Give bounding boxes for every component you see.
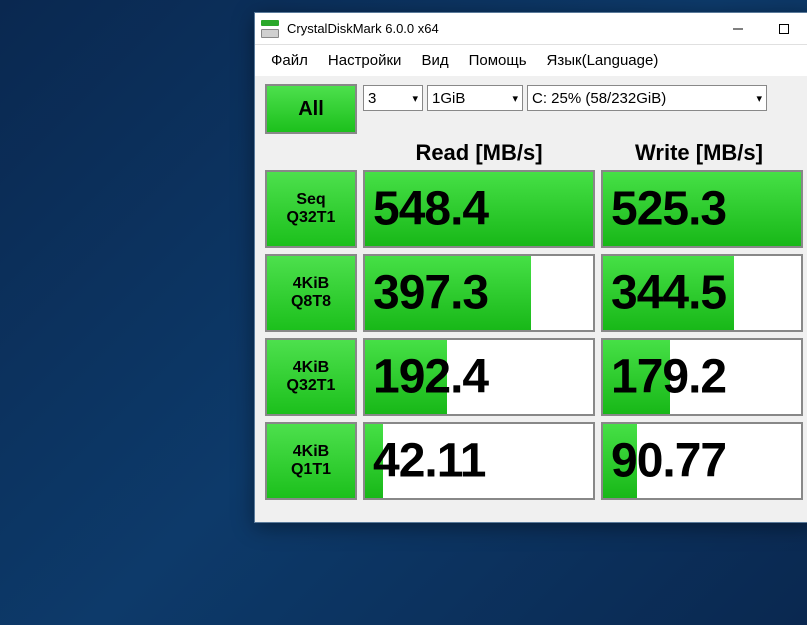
header-write: Write [MB/s] — [595, 140, 803, 166]
drive-value: C: 25% (58/232GiB) — [532, 90, 666, 107]
menu-file[interactable]: Файл — [263, 49, 316, 72]
window-title: CrystalDiskMark 6.0.0 x64 — [287, 21, 439, 36]
test-count-select[interactable]: 3 ▾ — [363, 85, 423, 111]
write-value-cell: 525.3 — [601, 170, 803, 248]
maximize-button[interactable] — [761, 14, 807, 44]
test-label-bottom: Q8T8 — [291, 293, 331, 311]
test-label-top: 4KiB — [293, 359, 329, 377]
write-value-cell: 344.5 — [601, 254, 803, 332]
chevron-down-icon: ▾ — [512, 92, 518, 105]
test-size-value: 1GiB — [432, 90, 465, 107]
write-value: 90.77 — [611, 434, 726, 489]
column-headers: Read [MB/s] Write [MB/s] — [363, 140, 803, 166]
minimize-icon — [733, 24, 743, 34]
run-all-label: All — [298, 98, 324, 121]
run-test-button[interactable]: 4KiBQ32T1 — [265, 338, 357, 416]
menu-help[interactable]: Помощь — [461, 49, 535, 72]
menubar: Файл Настройки Вид Помощь Язык(Language) — [255, 45, 807, 76]
run-test-button[interactable]: SeqQ32T1 — [265, 170, 357, 248]
read-value: 192.4 — [373, 350, 488, 405]
drive-select[interactable]: C: 25% (58/232GiB) ▾ — [527, 85, 767, 111]
test-label-bottom: Q32T1 — [287, 377, 336, 395]
test-row: 4KiBQ8T8 397.3 344.5 — [265, 254, 803, 332]
write-value: 525.3 — [611, 182, 726, 237]
menu-settings[interactable]: Настройки — [320, 49, 410, 72]
minimize-button[interactable] — [715, 14, 761, 44]
read-value: 42.11 — [373, 434, 485, 489]
menu-view[interactable]: Вид — [413, 49, 456, 72]
write-value: 179.2 — [611, 350, 726, 405]
menu-language[interactable]: Язык(Language) — [539, 49, 667, 72]
read-value: 548.4 — [373, 182, 488, 237]
test-count-value: 3 — [368, 90, 376, 107]
write-value: 344.5 — [611, 266, 726, 321]
test-label-top: 4KiB — [293, 443, 329, 461]
write-value-cell: 179.2 — [601, 338, 803, 416]
controls-row: All 3 ▾ 1GiB ▾ C: 25% (58/232GiB) ▾ — [265, 84, 803, 134]
test-label-top: 4KiB — [293, 275, 329, 293]
test-label-top: Seq — [296, 191, 325, 209]
app-icon — [261, 20, 279, 38]
read-value-cell: 397.3 — [363, 254, 595, 332]
header-read: Read [MB/s] — [363, 140, 595, 166]
body-area: All 3 ▾ 1GiB ▾ C: 25% (58/232GiB) ▾ — [255, 76, 807, 522]
titlebar[interactable]: CrystalDiskMark 6.0.0 x64 — [255, 13, 807, 45]
test-label-bottom: Q32T1 — [287, 209, 336, 227]
test-row: 4KiBQ1T1 42.11 90.77 — [265, 422, 803, 500]
write-value-cell: 90.77 — [601, 422, 803, 500]
app-window: CrystalDiskMark 6.0.0 x64 Файл Настройки… — [254, 12, 807, 523]
test-size-select[interactable]: 1GiB ▾ — [427, 85, 523, 111]
test-label-bottom: Q1T1 — [291, 461, 331, 479]
run-test-button[interactable]: 4KiBQ8T8 — [265, 254, 357, 332]
read-value-cell: 192.4 — [363, 338, 595, 416]
test-row: 4KiBQ32T1 192.4 179.2 — [265, 338, 803, 416]
test-row: SeqQ32T1 548.4 525.3 — [265, 170, 803, 248]
run-all-button[interactable]: All — [265, 84, 357, 134]
read-value-cell: 548.4 — [363, 170, 595, 248]
maximize-icon — [779, 24, 789, 34]
chevron-down-icon: ▾ — [412, 92, 418, 105]
chevron-down-icon: ▾ — [756, 92, 762, 105]
run-test-button[interactable]: 4KiBQ1T1 — [265, 422, 357, 500]
read-value: 397.3 — [373, 266, 488, 321]
read-value-cell: 42.11 — [363, 422, 595, 500]
